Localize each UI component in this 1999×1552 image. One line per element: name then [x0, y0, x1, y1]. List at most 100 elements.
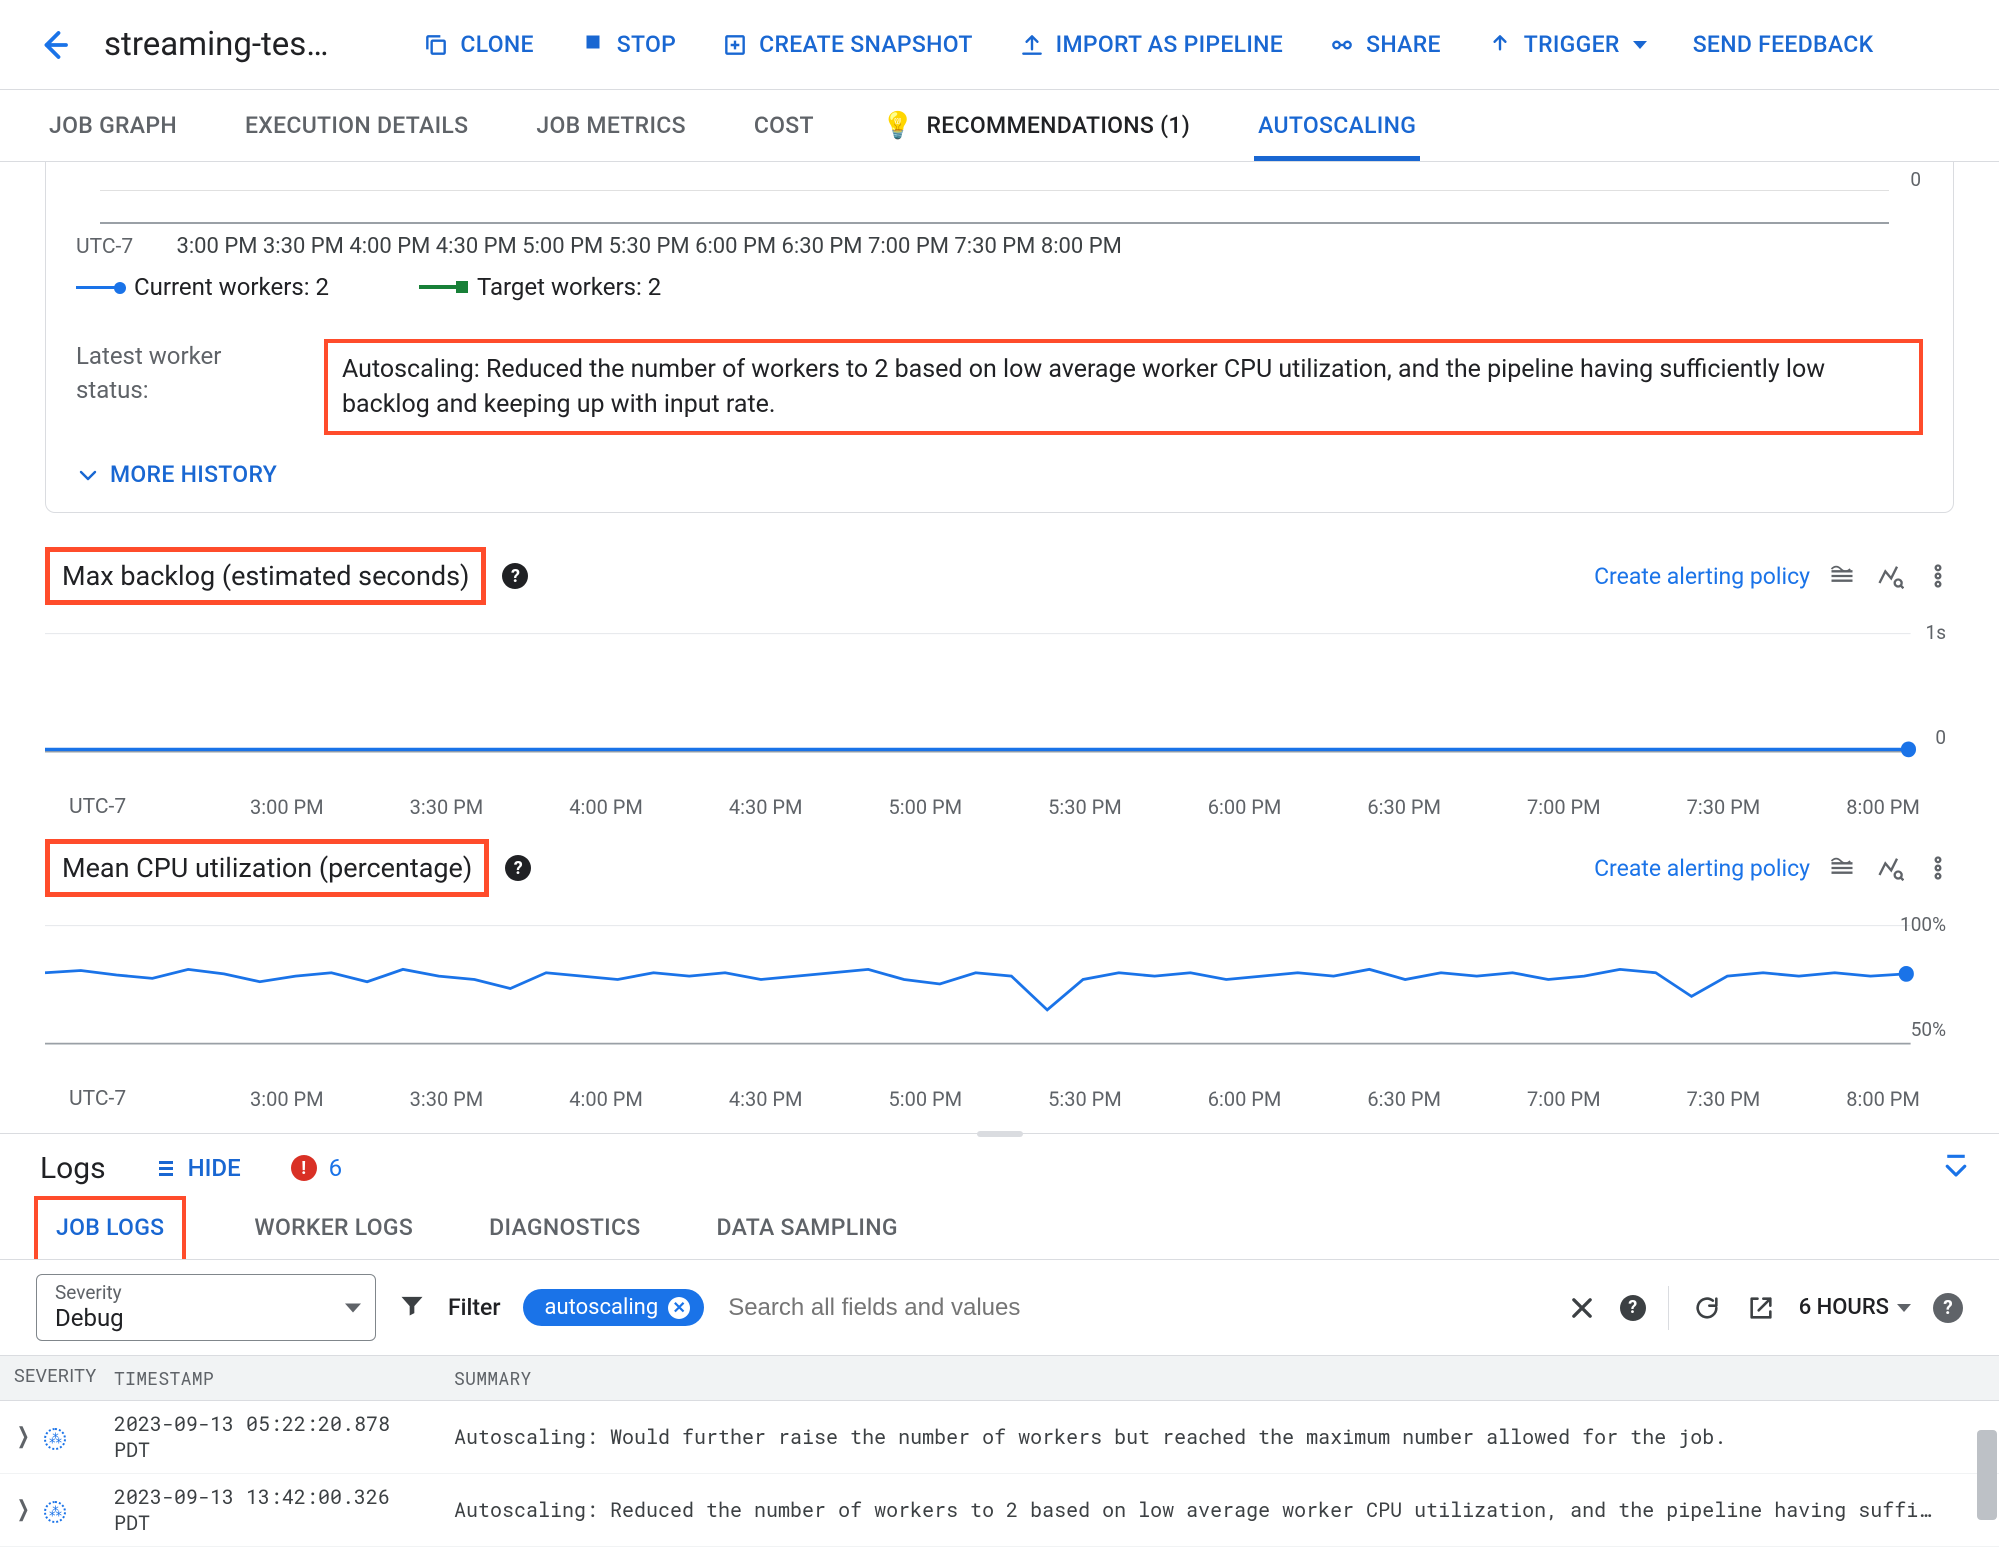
open-external-button[interactable] — [1745, 1294, 1777, 1322]
more-options-icon[interactable] — [1922, 562, 1954, 590]
tick-label: 7:00 PM — [1527, 1087, 1601, 1111]
cpu-title: Mean CPU utilization (percentage) — [45, 839, 489, 897]
clone-button[interactable]: CLONE — [423, 31, 533, 58]
cpu-chart — [45, 903, 1954, 1083]
tab-recommendations-label: RECOMMENDATIONS (1) — [927, 112, 1191, 139]
chevron-down-icon — [1633, 41, 1647, 49]
filter-label: Filter — [448, 1294, 501, 1321]
clear-search-button[interactable] — [1566, 1294, 1598, 1322]
lightbulb-icon: 💡 — [882, 111, 915, 141]
tick-label: 6:00 PM — [695, 234, 776, 259]
tick-label: 3:30 PM — [263, 234, 344, 259]
collapse-logs-button[interactable] — [1941, 1150, 1971, 1186]
legend-target-label: Target workers: 2 — [477, 273, 661, 301]
tab-job-metrics[interactable]: JOB METRICS — [532, 90, 689, 161]
tick-label: 5:30 PM — [609, 234, 690, 259]
share-button[interactable]: SHARE — [1329, 31, 1441, 58]
job-tabs: JOB GRAPH EXECUTION DETAILS JOB METRICS … — [0, 90, 1999, 162]
worker-status-text: Autoscaling: Reduced the number of worke… — [324, 339, 1923, 435]
backlog-panel: Max backlog (estimated seconds) ? Create… — [45, 547, 1954, 819]
logs-search-input[interactable] — [726, 1293, 1544, 1323]
utc-label: UTC-7 — [69, 795, 164, 819]
search-help-icon[interactable]: ? — [1620, 1295, 1646, 1321]
remove-chip-icon[interactable]: ✕ — [668, 1297, 690, 1319]
refresh-button[interactable] — [1691, 1294, 1723, 1322]
severity-select[interactable]: Severity Debug — [36, 1274, 376, 1341]
log-timestamp: 2023-09-13 05:22:20.878 PDT — [100, 1401, 440, 1473]
tick-label: 4:30 PM — [436, 234, 517, 259]
time-range-select[interactable]: 6 HOURS — [1799, 1295, 1911, 1320]
legend-toggle-icon[interactable] — [1826, 854, 1858, 882]
stop-label: STOP — [617, 31, 676, 58]
tab-diagnostics[interactable]: DIAGNOSTICS — [481, 1196, 648, 1259]
log-timestamp: 2023-09-13 13:42:00.326 PDT — [100, 1474, 440, 1546]
col-timestamp: TIMESTAMP — [100, 1356, 440, 1400]
tick-label: 6:30 PM — [1367, 795, 1441, 819]
tick-label: 4:00 PM — [349, 234, 430, 259]
severity-value: Debug — [55, 1304, 357, 1332]
tab-execution-details[interactable]: EXECUTION DETAILS — [241, 90, 472, 161]
legend-target-icon — [419, 285, 463, 289]
y-bot-label: 0 — [1935, 726, 1946, 749]
help-icon[interactable]: ? — [505, 855, 531, 881]
severity-label: Severity — [55, 1281, 357, 1304]
create-snapshot-button[interactable]: CREATE SNAPSHOT — [722, 31, 973, 58]
legend-current-label: Current workers: 2 — [134, 273, 329, 301]
filter-chip-autoscaling[interactable]: autoscaling ✕ — [523, 1289, 705, 1326]
utc-label: UTC-7 — [76, 235, 171, 259]
separator — [1668, 1286, 1669, 1330]
more-history-button[interactable]: MORE HISTORY — [76, 461, 1923, 488]
hide-logs-button[interactable]: HIDE — [156, 1154, 241, 1182]
tab-job-graph[interactable]: JOB GRAPH — [45, 90, 181, 161]
create-alerting-policy-link[interactable]: Create alerting policy — [1594, 563, 1810, 590]
col-severity: SEVERITY — [0, 1356, 100, 1400]
more-history-label: MORE HISTORY — [110, 461, 277, 488]
back-button[interactable] — [34, 25, 74, 65]
expand-icon[interactable]: ❯ — [17, 1497, 30, 1522]
tick-label: 7:30 PM — [1687, 1087, 1761, 1111]
tick-label: 8:00 PM — [1846, 1087, 1920, 1111]
workers-card: 0 UTC-7 3:00 PM 3:30 PM 4:00 PM 4:30 PM … — [45, 162, 1954, 513]
error-count-badge[interactable]: ! 6 — [291, 1154, 343, 1182]
y-zero-label: 0 — [1910, 168, 1921, 191]
send-feedback-button[interactable]: SEND FEEDBACK — [1693, 31, 1874, 58]
create-alerting-policy-link[interactable]: Create alerting policy — [1594, 855, 1810, 882]
logs-help-icon[interactable]: ? — [1933, 1293, 1963, 1323]
trigger-label: TRIGGER — [1524, 31, 1620, 58]
tab-cost[interactable]: COST — [750, 90, 818, 161]
log-row[interactable]: ❯⁂ 2023-09-13 13:42:00.326 PDT Autoscali… — [0, 1474, 1999, 1547]
legend-target-workers: Target workers: 2 — [419, 273, 661, 301]
tab-worker-logs[interactable]: WORKER LOGS — [246, 1196, 421, 1259]
expand-icon[interactable]: ❯ — [17, 1424, 30, 1449]
utc-label: UTC-7 — [69, 1087, 164, 1111]
tick-label: 3:00 PM — [250, 1087, 324, 1111]
log-summary: Autoscaling: Would further raise the num… — [440, 1414, 1999, 1460]
scrollbar[interactable] — [1977, 1430, 1997, 1520]
tab-job-logs[interactable]: JOB LOGS — [34, 1196, 186, 1259]
trigger-button[interactable]: TRIGGER — [1487, 31, 1647, 58]
import-pipeline-button[interactable]: IMPORT AS PIPELINE — [1019, 31, 1283, 58]
y-bot-label: 50% — [1911, 1018, 1946, 1041]
tick-label: 4:00 PM — [569, 795, 643, 819]
tab-recommendations[interactable]: 💡 RECOMMENDATIONS (1) — [878, 90, 1194, 161]
log-row[interactable]: ❯⁂ 2023-09-13 05:22:20.878 PDT Autoscali… — [0, 1401, 1999, 1474]
clone-label: CLONE — [460, 31, 533, 58]
tick-label: 7:00 PM — [1527, 795, 1601, 819]
more-options-icon[interactable] — [1922, 854, 1954, 882]
explore-icon[interactable] — [1874, 562, 1906, 590]
legend-current-icon — [76, 286, 120, 289]
logs-section: Logs HIDE ! 6 JOB LOGS WORKER LOGS DIAGN… — [0, 1133, 1999, 1547]
stop-button[interactable]: STOP — [580, 29, 676, 61]
error-icon: ! — [291, 1155, 317, 1181]
tick-label: 3:00 PM — [176, 234, 257, 259]
filter-icon — [398, 1291, 426, 1325]
tab-autoscaling[interactable]: AUTOSCALING — [1254, 90, 1420, 161]
help-icon[interactable]: ? — [502, 563, 528, 589]
tick-label: 6:00 PM — [1208, 795, 1282, 819]
tick-label: 4:30 PM — [729, 795, 803, 819]
tick-label: 3:30 PM — [410, 1087, 484, 1111]
tick-label: 7:00 PM — [868, 234, 949, 259]
legend-toggle-icon[interactable] — [1826, 562, 1858, 590]
explore-icon[interactable] — [1874, 854, 1906, 882]
tab-data-sampling[interactable]: DATA SAMPLING — [708, 1196, 905, 1259]
